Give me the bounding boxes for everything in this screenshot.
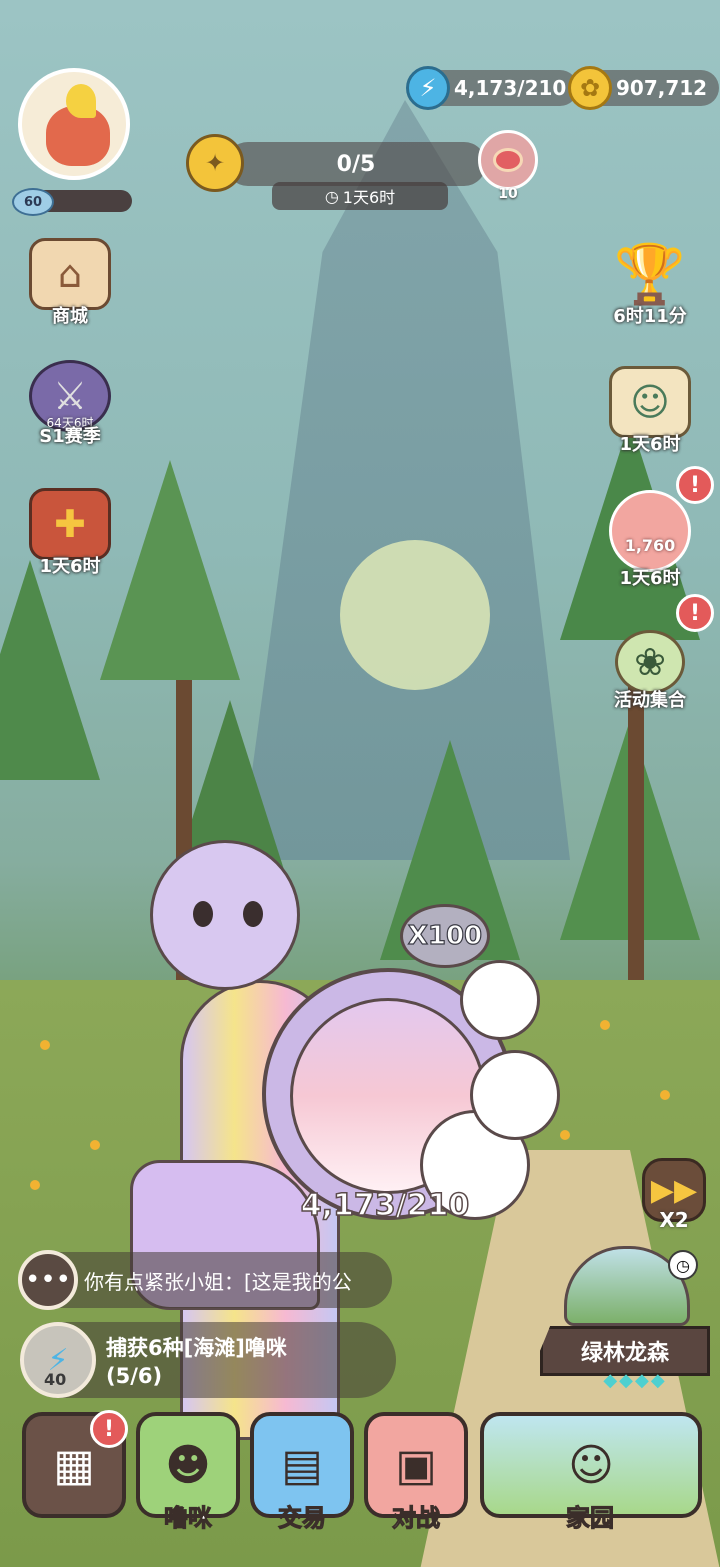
cards-icon: ▣ — [395, 1439, 437, 1491]
area-name: 绿林龙森 — [540, 1326, 710, 1376]
trophy-icon: 🏆 — [613, 239, 687, 308]
quest-panel[interactable]: 0/5 ✦ ◷ 1天6时 10 — [186, 130, 538, 212]
trophy-button[interactable]: 🏆 6时11分 — [600, 238, 700, 328]
meat-event-icon: 1,760 — [609, 490, 691, 572]
pets-label: 噜咪 — [164, 1504, 213, 1533]
home-pet-icon: ☺ — [568, 1439, 614, 1491]
player-avatar[interactable] — [18, 68, 130, 180]
battle-label: 对战 — [392, 1504, 441, 1533]
coin-value: 907,712 — [616, 76, 708, 100]
level-badge: 60 — [12, 188, 54, 216]
season-label: S1赛季 — [39, 426, 101, 447]
map-icon: ☺ — [609, 366, 691, 438]
tree — [100, 460, 240, 680]
pet-eye — [193, 901, 213, 927]
alert-badge: ! — [676, 594, 714, 632]
map-event-button[interactable]: ☺ 1天6时 — [600, 366, 700, 456]
cloud-puff — [470, 1050, 560, 1140]
chat-message: 你有点紧张小姐：[这是我的公 — [84, 1269, 352, 1294]
season-button[interactable]: ⚔ 64天6时 S1赛季 — [20, 360, 120, 448]
coin-icon: ✿ — [568, 66, 612, 110]
mission-bar[interactable]: ⚡ 40 捕获6种[海滩]噜咪 (5/6) — [20, 1322, 396, 1398]
tank-capacity: 4,173/210 — [300, 1187, 470, 1224]
energy-value: 4,173/210 — [454, 76, 567, 100]
quest-reward-count: 10 — [498, 186, 518, 202]
mission-reward-value: 40 — [44, 1370, 67, 1389]
home-label: 家园 — [566, 1504, 615, 1533]
treasure-chest-icon: ✚ — [29, 488, 111, 560]
vending-machine-icon: ▤ — [281, 1439, 323, 1491]
flower — [30, 1180, 40, 1190]
treasure-chest-button[interactable]: ✚ 1天6时 — [20, 488, 120, 578]
trophy-timer: 6时11分 — [613, 306, 687, 327]
flower — [660, 1090, 670, 1100]
speed-label: X2 — [659, 1208, 689, 1232]
flower — [40, 1040, 50, 1050]
alert-badge: ! — [676, 466, 714, 504]
mission-progress: (5/6) — [106, 1364, 163, 1388]
area-stars: ◆◆◆◆ — [603, 1370, 667, 1391]
alert-badge: ! — [90, 1410, 128, 1448]
quest-timer: ◷ 1天6时 — [272, 182, 448, 210]
bottom-nav: ▦ ! ☻ 噜咪 ▤ 交易 ▣ 对战 ☺ 家园 — [0, 1408, 720, 1548]
chat-bar[interactable]: ••• 你有点紧张小姐：[这是我的公 — [18, 1250, 392, 1310]
quest-progress: 0/5 — [226, 142, 486, 186]
avatar-hair — [66, 84, 96, 118]
events-label: 活动集合 — [614, 690, 686, 711]
lightning-icon: ⚡ — [406, 66, 450, 110]
shop-icon: ⌂ — [29, 238, 111, 310]
mission-title: 捕获6种[海滩]噜咪 — [106, 1336, 287, 1360]
area-selector[interactable]: ◷ 绿林龙森 ◆◆◆◆ — [540, 1246, 710, 1396]
trade-label: 交易 — [278, 1504, 327, 1533]
chest-timer: 1天6时 — [39, 556, 101, 577]
grid-icon: ▦ — [53, 1439, 95, 1491]
clock-icon: ◷ — [324, 186, 339, 206]
energy-counter[interactable]: ⚡ 4,173/210 — [406, 66, 579, 110]
scroll-icon[interactable]: ✦ — [186, 134, 244, 192]
tree — [0, 560, 100, 780]
flower — [560, 1130, 570, 1140]
meat-event-timer: 1天6时 — [619, 568, 681, 589]
meat-event-button[interactable]: 1,760 1天6时 — [600, 490, 700, 590]
coin-counter[interactable]: ✿ 907,712 — [568, 66, 720, 110]
shop-button[interactable]: ⌂ 商城 — [20, 238, 120, 328]
events-collection-button[interactable]: ❀ 活动集合 — [600, 630, 700, 712]
flower — [90, 1140, 100, 1150]
cloud — [340, 540, 490, 690]
clock-icon: ◷ — [668, 1250, 698, 1280]
meat-icon — [493, 148, 523, 172]
quest-timer-text: 1天6时 — [342, 188, 396, 207]
cloud-puff — [460, 960, 540, 1040]
multiplier-badge[interactable]: X100 — [400, 904, 490, 968]
pet-creature[interactable] — [150, 840, 300, 990]
shop-label: 商城 — [52, 306, 88, 327]
events-icon: ❀ — [615, 630, 685, 694]
chat-icon[interactable]: ••• — [18, 1250, 78, 1310]
map-event-timer: 1天6时 — [619, 434, 681, 455]
meat-event-count: 1,760 — [624, 535, 676, 555]
fast-forward-icon: ▶▶ — [650, 1172, 698, 1208]
quest-reward[interactable] — [478, 130, 538, 190]
pet-eye — [243, 901, 263, 927]
flower — [600, 1020, 610, 1030]
pet-bowl-icon: ☻ — [165, 1439, 211, 1491]
